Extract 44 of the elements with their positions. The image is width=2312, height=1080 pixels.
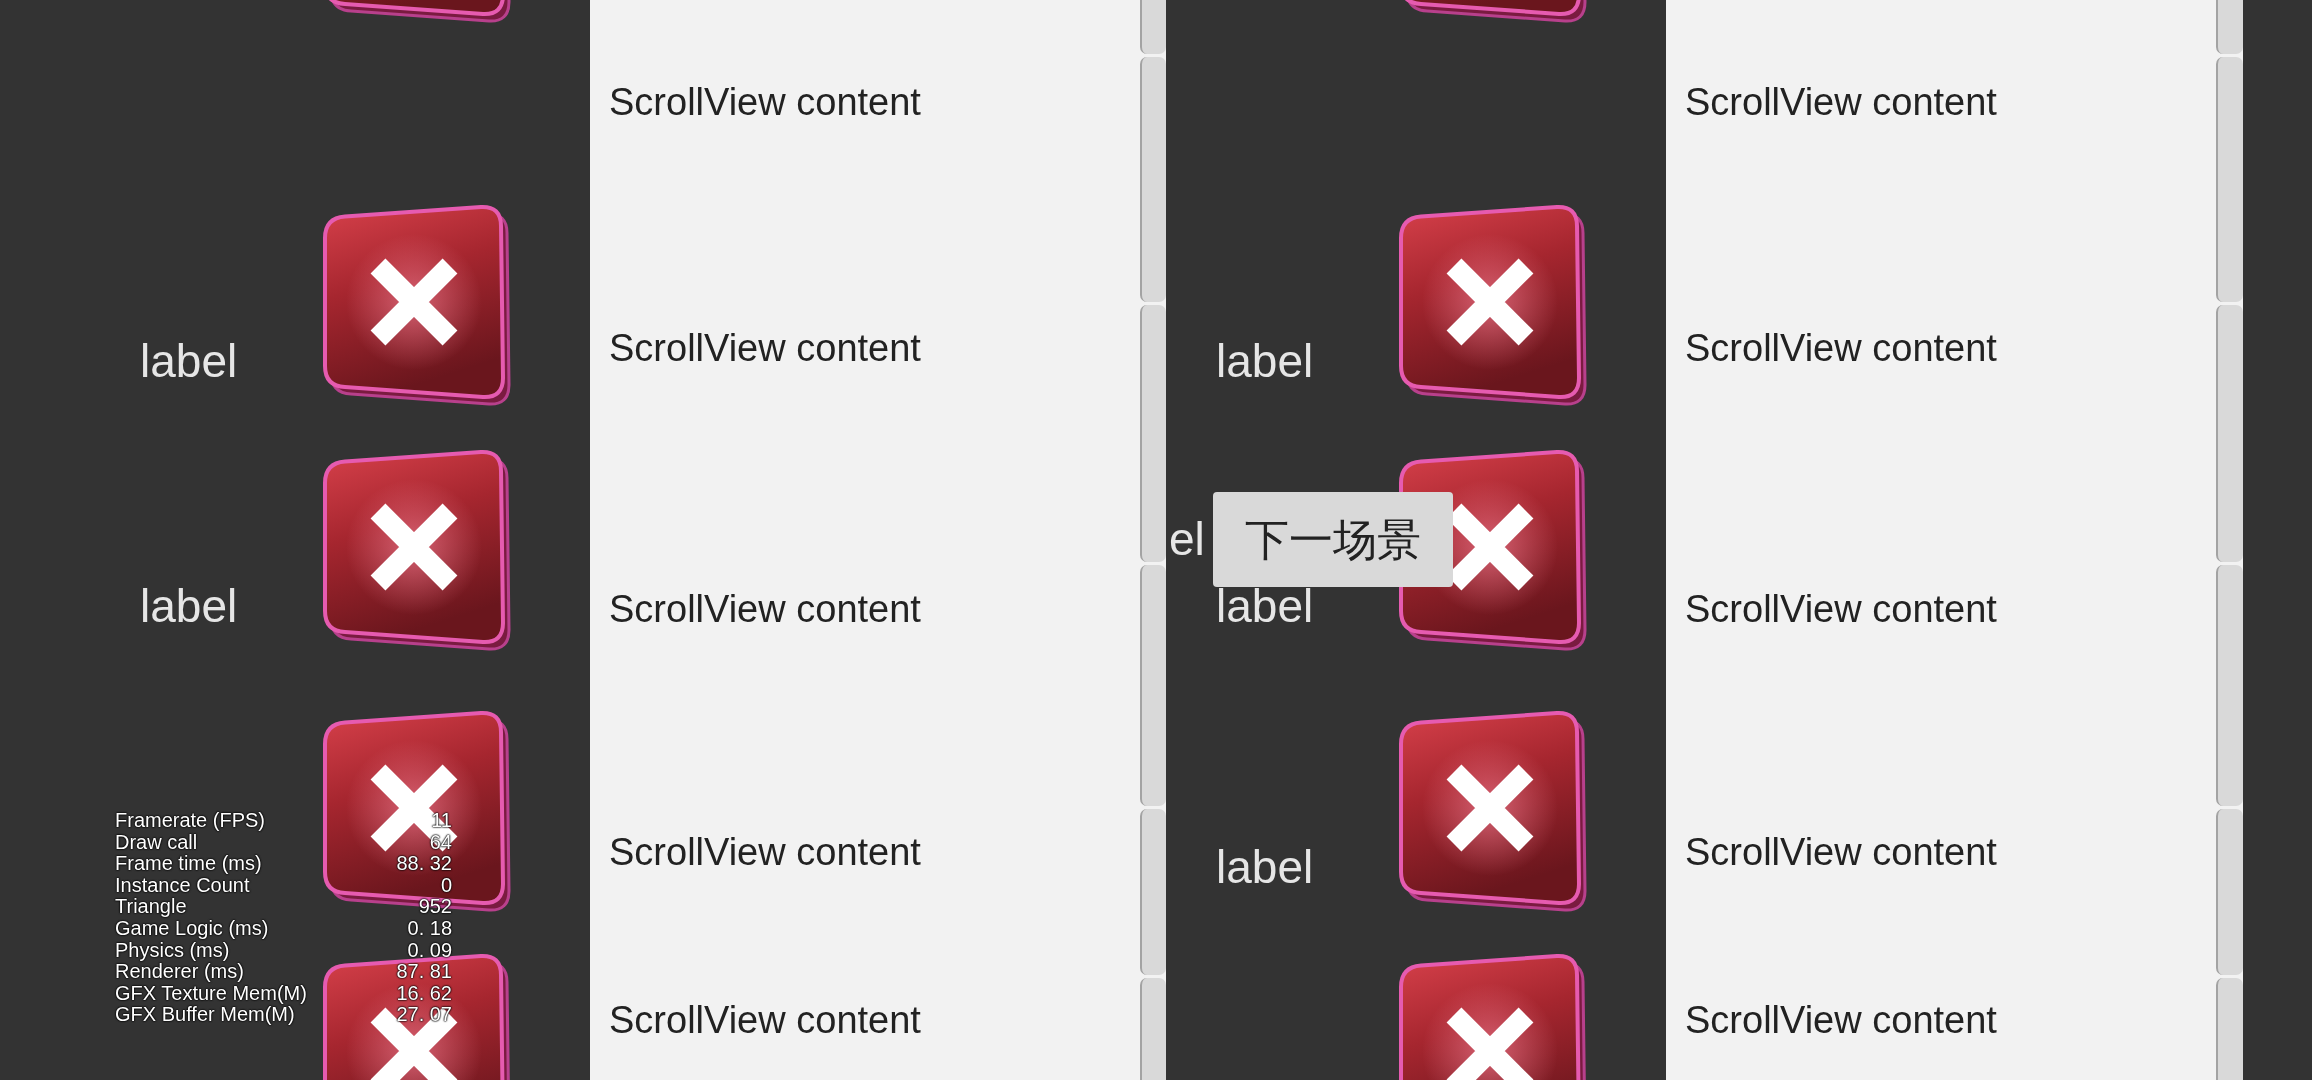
scrollbar-thumb[interactable] [2216,809,2243,975]
next-scene-button[interactable]: 下一场景 [1212,492,1453,587]
label-text: label [140,585,238,627]
scroll-content-text: ScrollView content [1685,830,1997,875]
stat-label: Renderer (ms) [115,961,244,983]
stat-label: Draw call [115,831,198,854]
scroll-content-text: ScrollView content [609,830,921,875]
scrollbar-thumb[interactable] [1140,57,1166,302]
stat-value: 16. 62 [396,982,452,1005]
stat-value: 64 [429,831,452,854]
stat-label: Physics (ms) [115,939,230,962]
stat-value: 11 [431,810,452,832]
scroll-content-text: ScrollView content [1685,998,1997,1043]
scroll-content-text: ScrollView content [609,587,921,632]
stat-label: Triangle [115,896,187,918]
scroll-content-text: ScrollView content [609,326,921,371]
stat-value: 0. 18 [407,917,452,940]
scroll-content-text: ScrollView content [1685,326,1997,371]
stat-label: Framerate (FPS) [115,810,266,832]
stat-value: 0 [440,874,452,897]
stat-label: GFX Texture Mem(M) [115,982,307,1005]
label-text: label [1216,585,1314,627]
stat-value: 952 [418,896,452,918]
scrollbar-thumb[interactable] [1140,809,1166,975]
label-text: label [140,340,238,382]
scrollbar-thumb[interactable] [2216,305,2243,562]
label-text: label [1216,340,1314,382]
stat-label: Frame time (ms) [115,853,262,875]
stat-label: Game Logic (ms) [115,917,269,940]
scroll-content-text: ScrollView content [1685,80,1997,125]
stat-value: 0. 09 [407,939,452,962]
scrollbar-thumb[interactable] [2216,57,2243,302]
stat-label: GFX Buffer Mem(M) [115,1004,295,1026]
scrollbar-thumb[interactable] [1140,305,1166,562]
stat-value: 87. 81 [396,961,452,983]
scroll-content-text: ScrollView content [609,998,921,1043]
label-text: label [1216,846,1314,888]
scroll-content-text: ScrollView content [609,80,921,125]
stat-value: 88. 32 [396,853,452,875]
stat-label: Instance Count [115,874,250,897]
label-text: el [1169,513,1205,566]
scrollbar-thumb[interactable] [1140,565,1166,806]
scrollbar-thumb[interactable] [2216,565,2243,806]
scroll-content-text: ScrollView content [1685,587,1997,632]
